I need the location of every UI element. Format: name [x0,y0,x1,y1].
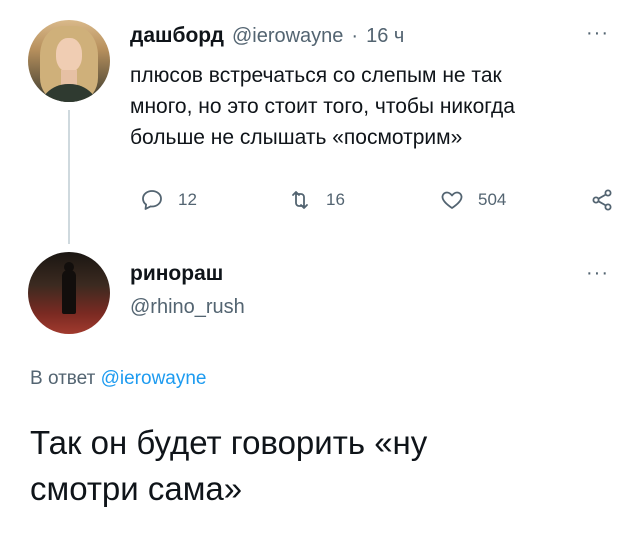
tweet-text-line: много, но это стоит того, чтобы никогда [130,95,515,118]
reply-prefix: В ответ [30,368,96,389]
reply-to-handle-link[interactable]: @ierowayne [101,368,207,389]
tweet-author: ринораш @rhino_rush [130,262,245,319]
tweet-text: Так он будет говорить «ну смотри сама» [30,420,610,512]
avatar[interactable] [28,20,110,102]
tweet-text-line: больше не слышать «посмотрим» [130,126,463,149]
user-handle[interactable]: @rhino_rush [130,296,245,319]
reply-button[interactable]: 12 [140,188,197,212]
reply-count: 12 [178,190,197,209]
thread-line [68,110,70,244]
tweet-text-line: плюсов встречаться со слепым не так [130,64,502,87]
timestamp[interactable]: 16 ч [366,25,404,48]
display-name[interactable]: ринораш [130,262,245,286]
heart-icon [441,191,463,209]
share-icon [592,189,612,211]
avatar[interactable] [28,252,110,334]
reply-icon [142,190,162,210]
display-name[interactable]: дашборд [130,24,224,48]
retweet-icon [292,191,308,209]
tweet-text-line: Так он будет говорить «ну [30,424,428,461]
avatar-figure [62,270,76,314]
tweet-text: плюсов встречаться со слепым не так мног… [130,60,620,153]
retweet-button[interactable]: 16 [288,188,345,212]
separator: · [351,25,359,47]
tweet-header: дашборд @ierowayne · 16 ч [130,24,404,48]
retweet-count: 16 [326,190,345,209]
tweet-text-line: смотри сама» [30,470,243,507]
user-handle[interactable]: @ierowayne [232,25,343,48]
more-options-icon[interactable]: ··· [586,22,609,45]
like-button[interactable]: 504 [440,188,506,212]
more-options-icon[interactable]: ··· [586,262,609,285]
share-button[interactable] [590,188,614,212]
reply-context: В ответ @ierowayne [30,368,207,390]
like-count: 504 [478,190,507,209]
avatar-face [56,38,82,72]
